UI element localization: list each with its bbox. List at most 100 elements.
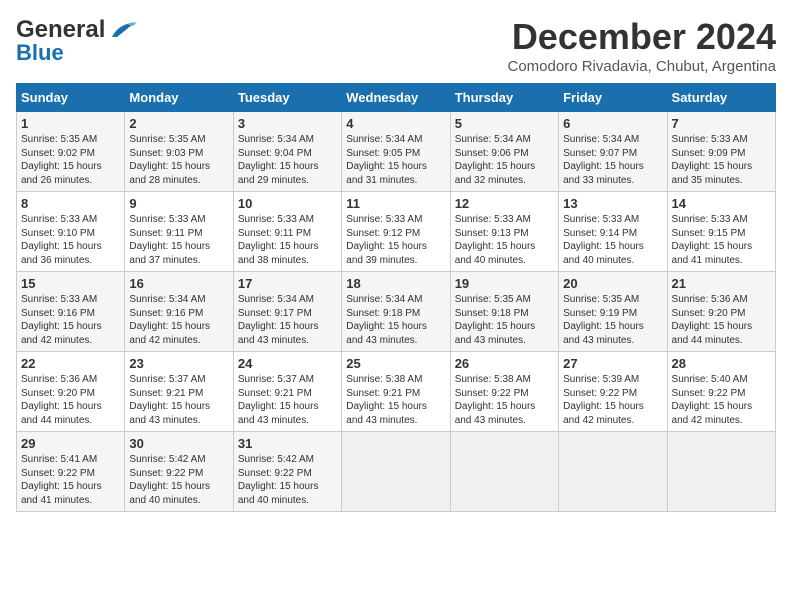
day-number: 3 (238, 116, 337, 131)
calendar-cell: 19 Sunrise: 5:35 AMSunset: 9:18 PMDayligh… (450, 272, 558, 352)
cell-info: Sunrise: 5:33 AMSunset: 9:13 PMDaylight:… (455, 214, 536, 266)
calendar-cell: 12 Sunrise: 5:33 AMSunset: 9:13 PMDayligh… (450, 192, 558, 272)
day-number: 30 (129, 436, 228, 451)
days-header-row: SundayMondayTuesdayWednesdayThursdayFrid… (17, 84, 776, 112)
calendar-cell: 8 Sunrise: 5:33 AMSunset: 9:10 PMDaylight… (17, 192, 125, 272)
calendar-cell: 2 Sunrise: 5:35 AMSunset: 9:03 PMDaylight… (125, 112, 233, 192)
calendar-cell: 9 Sunrise: 5:33 AMSunset: 9:11 PMDaylight… (125, 192, 233, 272)
cell-info: Sunrise: 5:34 AMSunset: 9:05 PMDaylight:… (346, 134, 427, 186)
day-number: 18 (346, 276, 445, 291)
cell-info: Sunrise: 5:35 AMSunset: 9:19 PMDaylight:… (563, 294, 644, 346)
calendar-table: SundayMondayTuesdayWednesdayThursdayFrid… (16, 83, 776, 512)
day-number: 12 (455, 196, 554, 211)
calendar-cell: 15Sunrise: 5:33 AMSunset: 9:16 PMDayligh… (17, 272, 125, 352)
calendar-cell: 6Sunrise: 5:34 AMSunset: 9:07 PMDaylight… (559, 112, 667, 192)
cell-info: Sunrise: 5:33 AMSunset: 9:10 PMDaylight:… (21, 214, 102, 266)
calendar-cell: 16 Sunrise: 5:34 AMSunset: 9:16 PMDayligh… (125, 272, 233, 352)
calendar-cell: 28 Sunrise: 5:40 AMSunset: 9:22 PMDayligh… (667, 352, 775, 432)
calendar-cell: 11 Sunrise: 5:33 AMSunset: 9:12 PMDayligh… (342, 192, 450, 272)
day-number: 10 (238, 196, 337, 211)
cell-info: Sunrise: 5:42 AMSunset: 9:22 PMDaylight:… (129, 454, 210, 506)
day-number: 17 (238, 276, 337, 291)
cell-info: Sunrise: 5:33 AMSunset: 9:12 PMDaylight:… (346, 214, 427, 266)
logo-bird-icon (107, 19, 137, 41)
calendar-week-5: 29Sunrise: 5:41 AMSunset: 9:22 PMDayligh… (17, 432, 776, 512)
day-number: 2 (129, 116, 228, 131)
cell-info: Sunrise: 5:34 AMSunset: 9:04 PMDaylight:… (238, 134, 319, 186)
calendar-cell: 3 Sunrise: 5:34 AMSunset: 9:04 PMDaylight… (233, 112, 341, 192)
calendar-week-1: 1 Sunrise: 5:35 AMSunset: 9:02 PMDaylight… (17, 112, 776, 192)
calendar-cell: 10Sunrise: 5:33 AMSunset: 9:11 PMDayligh… (233, 192, 341, 272)
calendar-cell: 26Sunrise: 5:38 AMSunset: 9:22 PMDayligh… (450, 352, 558, 432)
day-header-saturday: Saturday (667, 84, 775, 112)
cell-info: Sunrise: 5:40 AMSunset: 9:22 PMDaylight:… (672, 374, 753, 426)
calendar-cell: 30 Sunrise: 5:42 AMSunset: 9:22 PMDayligh… (125, 432, 233, 512)
cell-info: Sunrise: 5:34 AMSunset: 9:17 PMDaylight:… (238, 294, 319, 346)
day-number: 24 (238, 356, 337, 371)
day-number: 7 (672, 116, 771, 131)
month-title: December 2024 (508, 16, 777, 58)
day-number: 23 (129, 356, 228, 371)
logo-blue: Blue (16, 40, 64, 66)
calendar-cell: 14Sunrise: 5:33 AMSunset: 9:15 PMDayligh… (667, 192, 775, 272)
cell-info: Sunrise: 5:36 AMSunset: 9:20 PMDaylight:… (672, 294, 753, 346)
calendar-cell: 1 Sunrise: 5:35 AMSunset: 9:02 PMDaylight… (17, 112, 125, 192)
cell-info: Sunrise: 5:34 AMSunset: 9:06 PMDaylight:… (455, 134, 536, 186)
day-number: 6 (563, 116, 662, 131)
cell-info: Sunrise: 5:37 AMSunset: 9:21 PMDaylight:… (129, 374, 210, 426)
calendar-cell: 5 Sunrise: 5:34 AMSunset: 9:06 PMDaylight… (450, 112, 558, 192)
day-number: 29 (21, 436, 120, 451)
cell-info: Sunrise: 5:42 AMSunset: 9:22 PMDaylight:… (238, 454, 319, 506)
calendar-week-3: 15Sunrise: 5:33 AMSunset: 9:16 PMDayligh… (17, 272, 776, 352)
day-number: 31 (238, 436, 337, 451)
day-number: 25 (346, 356, 445, 371)
day-number: 8 (21, 196, 120, 211)
cell-info: Sunrise: 5:33 AMSunset: 9:14 PMDaylight:… (563, 214, 644, 266)
day-number: 21 (672, 276, 771, 291)
cell-info: Sunrise: 5:37 AMSunset: 9:21 PMDaylight:… (238, 374, 319, 426)
cell-info: Sunrise: 5:35 AMSunset: 9:02 PMDaylight:… (21, 134, 102, 186)
cell-info: Sunrise: 5:33 AMSunset: 9:11 PMDaylight:… (129, 214, 210, 266)
title-block: December 2024 Comodoro Rivadavia, Chubut… (508, 16, 777, 75)
calendar-cell: 4Sunrise: 5:34 AMSunset: 9:05 PMDaylight… (342, 112, 450, 192)
cell-info: Sunrise: 5:36 AMSunset: 9:20 PMDaylight:… (21, 374, 102, 426)
calendar-cell: 13Sunrise: 5:33 AMSunset: 9:14 PMDayligh… (559, 192, 667, 272)
location-title: Comodoro Rivadavia, Chubut, Argentina (508, 58, 777, 75)
day-header-sunday: Sunday (17, 84, 125, 112)
cell-info: Sunrise: 5:38 AMSunset: 9:21 PMDaylight:… (346, 374, 427, 426)
cell-info: Sunrise: 5:34 AMSunset: 9:16 PMDaylight:… (129, 294, 210, 346)
cell-info: Sunrise: 5:33 AMSunset: 9:09 PMDaylight:… (672, 134, 753, 186)
calendar-cell (559, 432, 667, 512)
day-number: 22 (21, 356, 120, 371)
logo: General Blue (16, 16, 137, 66)
day-header-friday: Friday (559, 84, 667, 112)
page-header: General Blue December 2024 Comodoro Riva… (16, 16, 776, 75)
calendar-week-4: 22 Sunrise: 5:36 AMSunset: 9:20 PMDayligh… (17, 352, 776, 432)
calendar-cell: 27Sunrise: 5:39 AMSunset: 9:22 PMDayligh… (559, 352, 667, 432)
day-header-thursday: Thursday (450, 84, 558, 112)
calendar-week-2: 8 Sunrise: 5:33 AMSunset: 9:10 PMDaylight… (17, 192, 776, 272)
calendar-cell: 24 Sunrise: 5:37 AMSunset: 9:21 PMDayligh… (233, 352, 341, 432)
calendar-cell (667, 432, 775, 512)
day-number: 19 (455, 276, 554, 291)
day-number: 28 (672, 356, 771, 371)
calendar-cell: 7 Sunrise: 5:33 AMSunset: 9:09 PMDaylight… (667, 112, 775, 192)
day-number: 16 (129, 276, 228, 291)
calendar-cell: 31 Sunrise: 5:42 AMSunset: 9:22 PMDayligh… (233, 432, 341, 512)
day-number: 14 (672, 196, 771, 211)
day-number: 5 (455, 116, 554, 131)
calendar-cell (342, 432, 450, 512)
cell-info: Sunrise: 5:35 AMSunset: 9:18 PMDaylight:… (455, 294, 536, 346)
calendar-cell: 20Sunrise: 5:35 AMSunset: 9:19 PMDayligh… (559, 272, 667, 352)
calendar-cell: 29Sunrise: 5:41 AMSunset: 9:22 PMDayligh… (17, 432, 125, 512)
day-number: 26 (455, 356, 554, 371)
day-number: 9 (129, 196, 228, 211)
calendar-cell: 22 Sunrise: 5:36 AMSunset: 9:20 PMDayligh… (17, 352, 125, 432)
cell-info: Sunrise: 5:33 AMSunset: 9:16 PMDaylight:… (21, 294, 102, 346)
cell-info: Sunrise: 5:35 AMSunset: 9:03 PMDaylight:… (129, 134, 210, 186)
calendar-cell: 23 Sunrise: 5:37 AMSunset: 9:21 PMDayligh… (125, 352, 233, 432)
day-number: 1 (21, 116, 120, 131)
day-header-tuesday: Tuesday (233, 84, 341, 112)
day-number: 11 (346, 196, 445, 211)
day-header-wednesday: Wednesday (342, 84, 450, 112)
